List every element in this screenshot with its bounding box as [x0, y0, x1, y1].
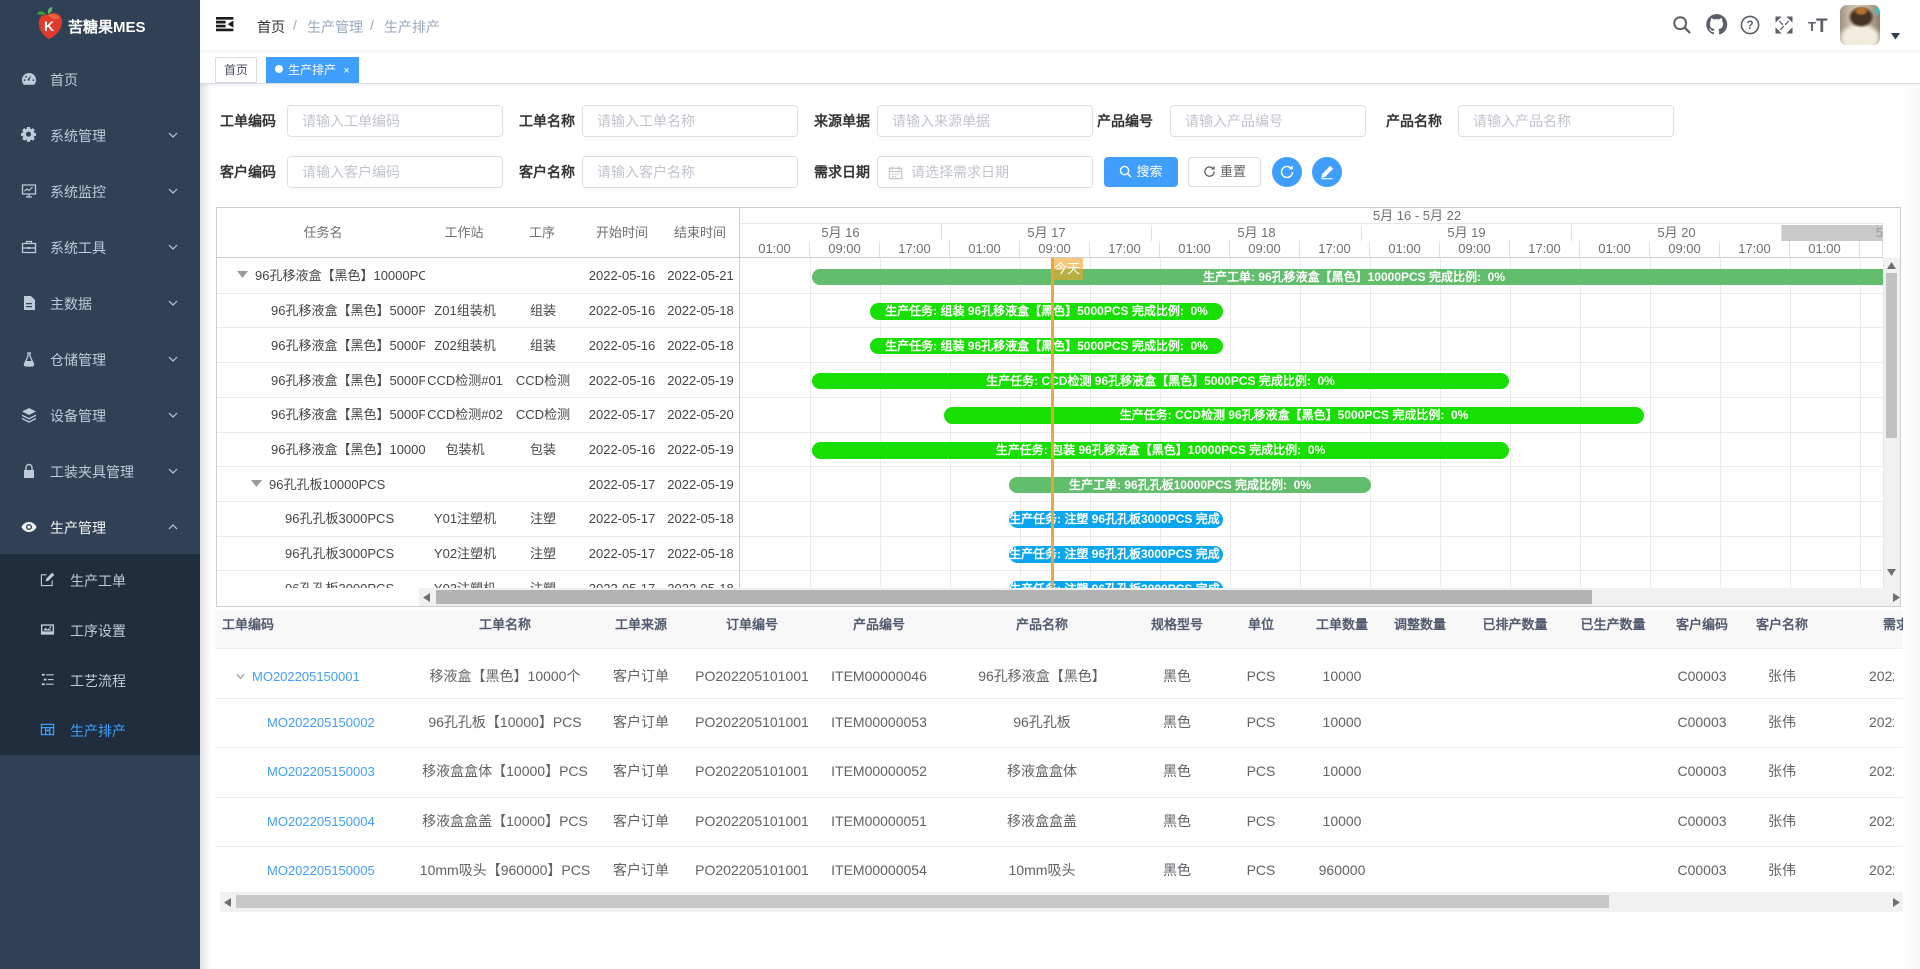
svg-text:T: T [1816, 16, 1828, 35]
svg-text:T: T [1808, 19, 1816, 34]
svg-text:K: K [44, 18, 54, 34]
svg-text:?: ? [1746, 20, 1753, 32]
